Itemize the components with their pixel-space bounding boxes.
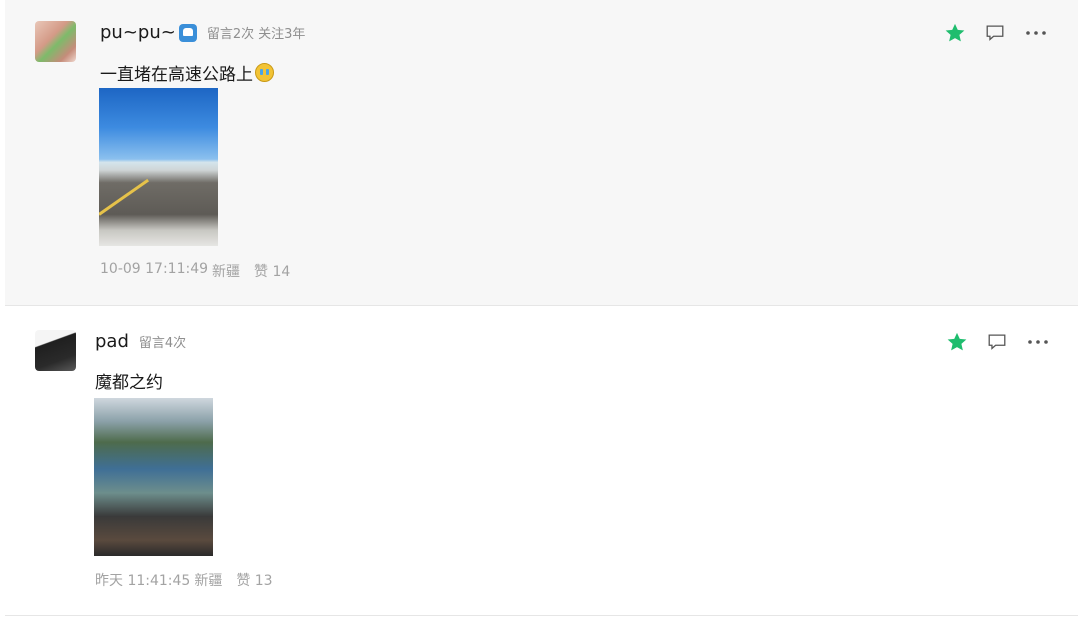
like-count: 赞 14 xyxy=(254,264,291,280)
star-icon[interactable] xyxy=(944,22,966,48)
comment-item: pu~pu~ 留言2次 关注3年 一直堵在高速公路上 10-09 17:11:4… xyxy=(5,0,1078,306)
message-count: 留言4次 xyxy=(138,336,187,351)
star-icon[interactable] xyxy=(946,331,968,357)
message-count: 留言2次 xyxy=(206,27,255,42)
avatar[interactable] xyxy=(35,21,76,62)
comment-header: pu~pu~ 留言2次 关注3年 xyxy=(100,22,305,43)
more-icon[interactable] xyxy=(1024,22,1048,48)
comment-photo[interactable] xyxy=(99,88,218,246)
avatar[interactable] xyxy=(35,330,76,371)
username[interactable]: pad xyxy=(95,331,129,352)
comment-text: 魔都之约 xyxy=(95,373,163,393)
comment-footer: 10-09 17:11:49 新疆 赞 14 xyxy=(100,261,290,281)
location: 新疆 xyxy=(194,573,223,589)
timestamp: 昨天 11:41:45 xyxy=(95,573,191,589)
whale-emoji-icon xyxy=(178,23,197,42)
like-count: 赞 13 xyxy=(236,573,273,589)
username[interactable]: pu~pu~ xyxy=(100,22,176,43)
location: 新疆 xyxy=(212,264,241,280)
comment-footer: 昨天 11:41:45 新疆 赞 13 xyxy=(95,570,273,590)
comment-photo[interactable] xyxy=(94,398,213,556)
comment-header: pad 留言4次 xyxy=(95,331,186,352)
comment-bubble-icon[interactable] xyxy=(984,22,1006,48)
more-icon[interactable] xyxy=(1026,331,1050,357)
comment-bubble-icon[interactable] xyxy=(986,331,1008,357)
follow-duration: 关注3年 xyxy=(258,27,306,42)
comment-text: 一直堵在高速公路上 xyxy=(100,60,274,85)
comment-actions xyxy=(944,22,1048,48)
comment-actions xyxy=(946,331,1050,357)
timestamp: 10-09 17:11:49 xyxy=(100,261,209,277)
crying-emoji-icon xyxy=(255,63,274,82)
